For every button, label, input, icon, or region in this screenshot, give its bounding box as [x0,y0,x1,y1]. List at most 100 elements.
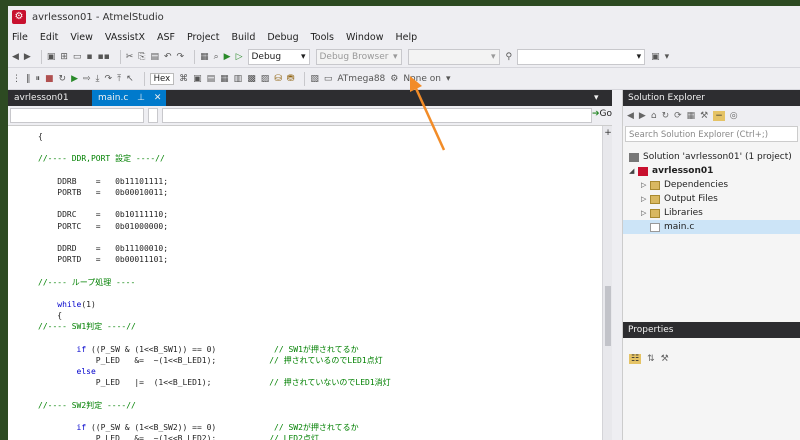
split-icon[interactable]: + [603,128,613,138]
code-line[interactable]: //---- SW2判定 ----// [38,399,136,413]
code-line[interactable]: PORTD = 0b00011101; [38,253,168,267]
search-combo[interactable]: ▾ [517,48,646,65]
find-in-files-icon[interactable]: ⚲ [506,49,513,65]
sync-icon[interactable]: ↻ [662,111,670,121]
refresh-icon[interactable]: ⟳ [674,111,682,121]
property-pages-icon[interactable]: ⚒ [661,354,669,364]
tree-item-output-files[interactable]: ▷ Output Files [623,192,800,206]
tab-main-c[interactable]: main.c ⊥ ✕ [92,90,166,106]
menu-file[interactable]: File [12,32,28,43]
memory-icon[interactable]: ▦ [220,71,229,87]
code-line[interactable]: PORTC = 0b01000000; [38,220,168,234]
step-over-icon[interactable]: ↷ [105,71,113,87]
start-debugging-icon[interactable]: ▶ [224,49,231,65]
menu-build[interactable]: Build [232,32,256,43]
expanded-arrow-icon[interactable]: ◢ [629,164,638,178]
show-all-icon[interactable]: ▦ [687,111,696,121]
hex-toggle-button[interactable]: Hex [149,72,175,85]
step-out-icon[interactable]: ⤒ [117,71,121,87]
collapsed-arrow-icon[interactable]: ▷ [641,206,650,220]
debug-browser-dropdown[interactable]: Debug Browser ▾ [315,48,402,65]
redo-icon[interactable]: ↷ [177,49,185,65]
menu-help[interactable]: Help [395,32,417,43]
attach-to-target-icon[interactable]: ⛃ [287,71,295,87]
scope-spinner[interactable] [148,108,158,123]
new-project-icon[interactable]: ▣ [47,49,56,65]
properties-wrench-icon[interactable]: ⚒ [700,111,708,121]
code-line[interactable]: P_LED |= (1<<B_LED1); // 押されていないのでLED1消灯 [38,376,391,390]
open-icon[interactable]: ▭ [73,49,82,65]
tab-list-dropdown[interactable]: ▾ [588,90,612,106]
cut-icon[interactable]: ✂ [126,49,134,65]
menu-view[interactable]: View [70,32,93,43]
disable-debugwire-icon[interactable]: ▧ [310,71,319,87]
back-icon[interactable]: ◀ [627,111,634,121]
code-line[interactable]: PORTB = 0b00010011; [38,186,168,200]
device-label[interactable]: ATmega88 [337,71,385,87]
tree-item-libraries[interactable]: ▷ Libraries [623,206,800,220]
show-next-statement-icon[interactable]: ⇨ [83,71,91,87]
menu-edit[interactable]: Edit [40,32,58,43]
menu-debug[interactable]: Debug [267,32,298,43]
menu-window[interactable]: Window [346,32,383,43]
member-dropdown[interactable] [162,108,592,123]
toolbar-overflow-icon[interactable]: ▾ [665,49,670,65]
scrollbar-thumb[interactable] [605,286,611,346]
code-line[interactable]: P_LED &= ~(1<<B_LED2); // LED2点灯 [38,432,319,440]
pause-icon[interactable]: ⏸ [36,71,41,87]
menu-tools[interactable]: Tools [311,32,334,43]
run-to-cursor-icon[interactable]: ↖ [126,71,134,87]
code-line[interactable]: //---- SW1判定 ----// [38,320,136,334]
show-threads-icon[interactable]: ⌘ [179,71,188,87]
stop-debugging-icon[interactable]: ■ [45,71,54,87]
solution-search-input[interactable]: Search Solution Explorer (Ctrl+;) [625,126,798,142]
code-line[interactable]: //---- DDR,PORT 設定 ----// [38,152,165,166]
registers-icon[interactable]: ▥ [234,71,243,87]
restart-icon[interactable]: ↻ [59,71,67,87]
alphabetical-icon[interactable]: ⇅ [647,354,655,364]
step-into-icon[interactable]: ⤓ [96,71,100,87]
go-button[interactable]: ➔Go [592,109,612,119]
tree-item-main-c[interactable]: main.c [623,220,800,234]
disassembly-icon[interactable]: ▨ [261,71,270,87]
continue-icon[interactable]: ▶ [71,71,78,87]
windows-icon[interactable]: ▤ [207,71,216,87]
break-all-icon[interactable]: ‖ [26,71,31,87]
collapse-icon[interactable]: − [713,111,725,121]
empty-dropdown[interactable]: ▾ [407,48,500,65]
breakpoints-icon[interactable]: ▣ [193,71,202,87]
close-icon[interactable]: ✕ [154,93,162,103]
menu-vassistx[interactable]: VAssistX [105,32,145,43]
scope-dropdown[interactable] [10,108,144,123]
find-icon[interactable]: ⌕ [214,49,219,65]
tab-avrlesson01[interactable]: avrlesson01 [8,90,92,106]
device-chip-icon[interactable]: ▭ [324,71,333,87]
code-editor[interactable]: {//---- DDR,PORT 設定 ----// DDRB = 0b1110… [8,126,602,440]
tree-item-dependencies[interactable]: ▷ Dependencies [623,178,800,192]
pin-icon[interactable]: ⊥ [137,93,145,103]
device-programming-icon[interactable]: ▣ [651,49,660,65]
add-item-icon[interactable]: ⊞ [60,49,68,65]
menu-asf[interactable]: ASF [157,32,175,43]
back-icon[interactable]: ◀ [12,49,19,65]
code-line[interactable]: //---- ループ処理 ---- [38,276,135,290]
copy-icon[interactable]: ⎘ [138,49,145,65]
forward-icon[interactable]: ▶ [24,49,31,65]
collapsed-arrow-icon[interactable]: ▷ [641,178,650,192]
menu-project[interactable]: Project [187,32,220,43]
tool-icon[interactable]: ⚙ [390,71,398,87]
save-icon[interactable]: ▪ [86,49,92,65]
forward-icon[interactable]: ▶ [639,111,646,121]
home-icon[interactable]: ⌂ [651,111,657,121]
start-debugging-and-break-icon[interactable]: ⛁ [274,71,282,87]
build-icon[interactable]: ▦ [200,49,209,65]
paste-icon[interactable]: ▤ [150,49,159,65]
start-without-debugging-icon[interactable]: ▷ [236,49,243,65]
code-line[interactable]: { [38,130,43,144]
solution-node[interactable]: Solution 'avrlesson01' (1 project) [623,150,800,164]
project-node[interactable]: ◢ avrlesson01 [623,164,800,178]
view-icon[interactable]: ◎ [730,111,738,121]
editor-vertical-scrollbar[interactable]: + [602,126,612,440]
categorized-icon[interactable]: ☷ [629,354,642,364]
undo-icon[interactable]: ↶ [164,49,172,65]
